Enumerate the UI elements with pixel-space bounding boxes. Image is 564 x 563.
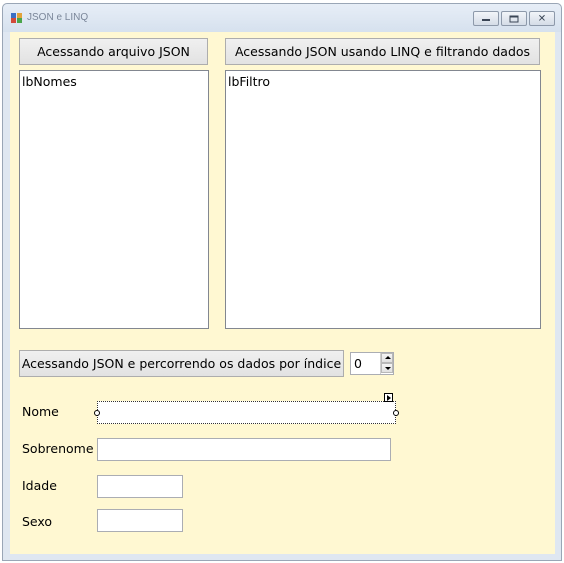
title-bar[interactable]: JSON e LINQ ✕ xyxy=(3,4,561,32)
caption-buttons: ✕ xyxy=(473,11,555,26)
load-json-file-button[interactable]: Acessando arquivo JSON xyxy=(19,38,208,65)
idade-label: Idade xyxy=(22,478,57,493)
arrow-down-icon xyxy=(385,367,391,370)
restore-button[interactable] xyxy=(501,11,527,26)
index-numeric-updown[interactable]: 0 xyxy=(350,352,394,375)
smart-tag-icon[interactable] xyxy=(384,393,393,402)
close-button[interactable]: ✕ xyxy=(529,11,555,26)
sexo-field[interactable] xyxy=(97,509,183,532)
linq-filter-button[interactable]: Acessando JSON usando LINQ e filtrando d… xyxy=(225,38,540,65)
app-window: JSON e LINQ ✕ Acessando arquivo JSON Ace… xyxy=(2,3,562,561)
idade-field[interactable] xyxy=(97,475,183,498)
minimize-icon xyxy=(482,19,490,22)
spin-up-button[interactable] xyxy=(381,353,393,363)
nome-field[interactable] xyxy=(97,401,396,424)
winforms-app-icon xyxy=(11,13,22,23)
sobrenome-field[interactable] xyxy=(97,438,391,461)
window-title: JSON e LINQ xyxy=(27,12,89,23)
names-listbox[interactable]: lbNomes xyxy=(19,70,209,329)
nome-label: Nome xyxy=(22,404,59,419)
spin-down-button[interactable] xyxy=(381,363,393,373)
resize-handle-right[interactable] xyxy=(393,410,399,416)
restore-icon xyxy=(509,15,519,22)
index-value: 0 xyxy=(354,356,362,371)
form-client-area: Acessando arquivo JSON Acessando JSON us… xyxy=(10,32,555,554)
filter-listbox[interactable]: lbFiltro xyxy=(225,70,541,329)
close-icon: ✕ xyxy=(537,13,547,24)
arrow-up-icon xyxy=(385,356,391,359)
sexo-label: Sexo xyxy=(22,514,53,529)
resize-handle-left[interactable] xyxy=(94,410,100,416)
spin-buttons xyxy=(380,353,393,374)
sobrenome-label: Sobrenome xyxy=(22,441,94,456)
iterate-by-index-button[interactable]: Acessando JSON e percorrendo os dados po… xyxy=(19,350,344,377)
minimize-button[interactable] xyxy=(473,11,499,26)
